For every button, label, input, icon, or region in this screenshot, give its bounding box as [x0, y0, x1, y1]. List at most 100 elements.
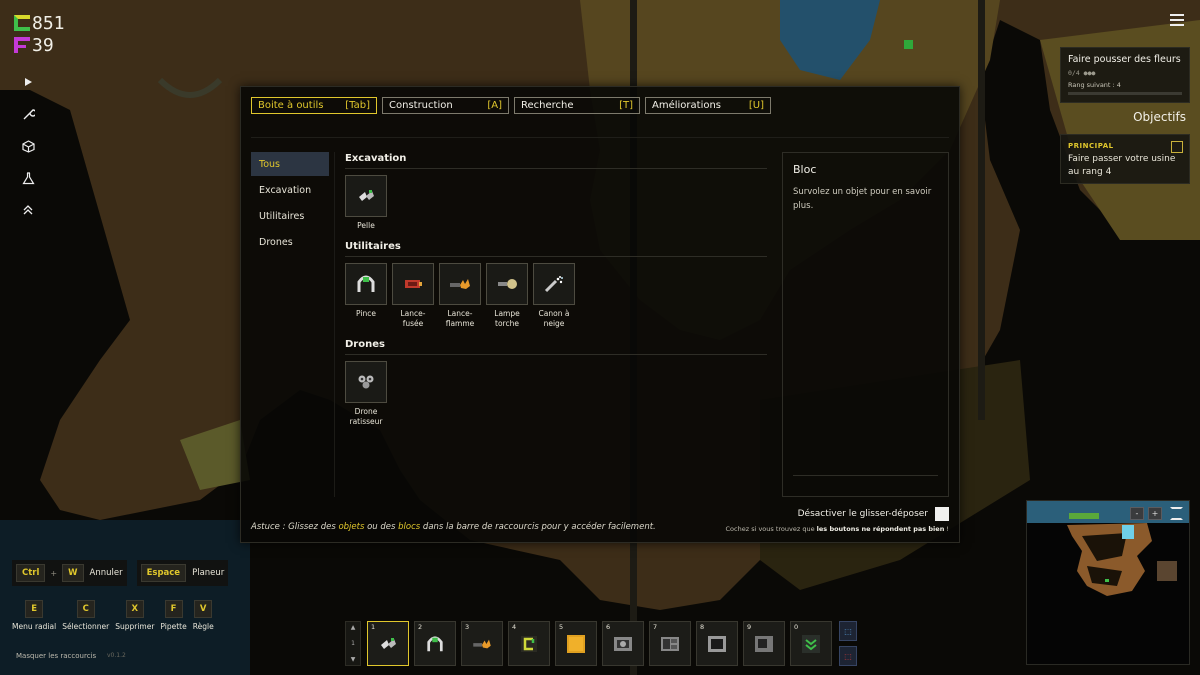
divider — [334, 152, 335, 497]
tab-research[interactable]: Recherche [T] — [514, 97, 640, 114]
slot-number: 6 — [606, 623, 611, 631]
key-e: E — [25, 600, 44, 618]
hotbar-slot-4[interactable]: 4 — [508, 621, 550, 666]
grabber-icon — [427, 635, 443, 651]
main-objective-card[interactable]: PRINCIPAL Faire passer votre usine au ra… — [1060, 134, 1190, 184]
item-name: Pince — [356, 309, 376, 318]
item-flamethrower[interactable]: Lance-flamme — [439, 263, 486, 329]
hotbar: ▲ 1 ▼ 1 2 3 4 5 6 7 8 9 0 ⬚ ⬚ — [345, 621, 859, 666]
shortcut-ruler: V Règle — [193, 600, 214, 631]
slot-number: 7 — [653, 623, 658, 631]
category-drones[interactable]: Drones — [251, 230, 329, 254]
hotbar-slot-2[interactable]: 2 — [414, 621, 456, 666]
section-title: Excavation — [345, 153, 407, 164]
tab-toolbox[interactable]: Boite à outils [Tab] — [251, 97, 377, 114]
fuel-counter: 39 — [14, 34, 65, 56]
slot-number: 8 — [700, 623, 705, 631]
hotbar-slot-1[interactable]: 1 — [367, 621, 409, 666]
drag-drop-checkbox[interactable] — [935, 507, 949, 521]
hint-bold: les boutons ne répondent pas bien — [816, 525, 945, 533]
delete-tool-icon[interactable]: ⬚ — [839, 646, 857, 666]
hotbar-slot-8[interactable]: 8 — [696, 621, 738, 666]
divider — [345, 168, 767, 169]
category-excavation[interactable]: Excavation — [251, 178, 329, 202]
rank-objective-card[interactable]: Faire pousser des fleurs 0/4 ●●● Rang su… — [1060, 47, 1190, 103]
item-grid: Pelle — [345, 175, 767, 231]
toolbox-modal: Boite à outils [Tab] Construction [A] Re… — [240, 86, 960, 543]
item-rake-drone[interactable]: Drone ratisseur — [345, 361, 392, 427]
left-toolbar — [16, 70, 40, 230]
shortcut-label: Pipette — [160, 622, 187, 631]
cube-icon[interactable] — [16, 134, 40, 158]
glide-label: Planeur — [192, 568, 225, 578]
item-shovel[interactable]: Pelle — [345, 175, 392, 231]
tab-construction[interactable]: Construction [A] — [382, 97, 509, 114]
fuel-value: 39 — [32, 34, 54, 56]
zoom-out-button[interactable]: - — [1130, 507, 1144, 520]
shovel-icon — [381, 637, 396, 649]
slot-number: 4 — [512, 623, 517, 631]
slot-number: 0 — [794, 623, 799, 631]
play-icon[interactable] — [16, 70, 40, 94]
shortcut-label: Menu radial — [12, 622, 57, 631]
key-w: W — [62, 564, 84, 582]
hotbar-slot-9[interactable]: 9 — [743, 621, 785, 666]
fullscreen-icon[interactable] — [1170, 507, 1183, 520]
chevron-up-icon[interactable]: ▲ — [351, 624, 356, 631]
chevrons-up-icon[interactable] — [16, 198, 40, 222]
main-objective-text: Faire passer votre usine au rang 4 — [1068, 154, 1176, 177]
category-all[interactable]: Tous — [251, 152, 329, 176]
category-utilities[interactable]: Utilitaires — [251, 204, 329, 228]
key-space: Espace — [140, 564, 187, 582]
flamethrower-icon — [439, 263, 481, 305]
zoom-in-button[interactable]: + — [1148, 507, 1162, 520]
flask-icon[interactable] — [16, 166, 40, 190]
undo-label: Annuler — [89, 568, 123, 578]
tab-key: [Tab] — [345, 100, 370, 111]
hotbar-page-selector[interactable]: ▲ 1 ▼ — [345, 621, 361, 666]
slot-number: 1 — [371, 623, 376, 631]
key-f: F — [164, 600, 183, 618]
undo-shortcut: Ctrl + W Annuler — [12, 560, 127, 586]
item-grabber[interactable]: Pince — [345, 263, 392, 329]
item-name: Canon à neige — [538, 309, 570, 328]
hotbar-slot-6[interactable]: 6 — [602, 621, 644, 666]
section-title: Drones — [345, 339, 385, 350]
item-snow-cannon[interactable]: Canon à neige — [533, 263, 580, 329]
hide-shortcuts-link[interactable]: Masquer les raccourcis — [16, 652, 96, 660]
conveyor-icon — [521, 635, 537, 652]
wrench-icon[interactable] — [16, 102, 40, 126]
hotbar-slot-0[interactable]: 0 — [790, 621, 832, 666]
item-info-panel: Bloc Survolez un objet pour en savoir pl… — [782, 152, 949, 497]
menu-icon[interactable] — [1170, 14, 1184, 28]
tip-highlight: objets — [338, 522, 365, 532]
category-list: Tous Excavation Utilitaires Drones — [251, 152, 329, 256]
minimap-controls: - + — [1126, 507, 1183, 520]
shortcut-select: C Sélectionner — [62, 600, 109, 631]
shortcut-delete: X Supprimer — [115, 600, 154, 631]
tab-upgrades[interactable]: Améliorations [U] — [645, 97, 771, 114]
container-icon — [708, 635, 726, 652]
shortcut-keys: E Menu radial C Sélectionner X Supprimer… — [12, 600, 252, 631]
fuel-icon — [14, 37, 30, 53]
item-grid: Drone ratisseur — [345, 361, 767, 427]
hotbar-slot-3[interactable]: 3 — [461, 621, 503, 666]
currency-display: 851 39 — [14, 12, 65, 56]
hint-text: Cochez si vous trouvez que les boutons n… — [726, 525, 949, 533]
hotbar-slot-7[interactable]: 7 — [649, 621, 691, 666]
hint-suffix: ! — [944, 525, 949, 533]
divider — [345, 256, 767, 257]
item-flashlight[interactable]: Lampe torche — [486, 263, 533, 329]
minimap[interactable]: - + — [1026, 500, 1190, 665]
drag-drop-toggle[interactable]: Désactiver le glisser-déposer — [798, 507, 949, 521]
snow-cannon-icon — [533, 263, 575, 305]
hotbar-slot-5[interactable]: 5 — [555, 621, 597, 666]
key-x: X — [125, 600, 144, 618]
item-list: Excavation Pelle Utilitaires Pince Lance… — [345, 153, 767, 437]
drill-icon — [802, 634, 820, 653]
item-rocket-launcher[interactable]: Lance-fusée — [392, 263, 439, 329]
shortcut-row: Ctrl + W Annuler Espace Planeur — [12, 560, 252, 586]
chevron-down-icon[interactable]: ▼ — [351, 656, 356, 663]
glide-shortcut: Espace Planeur — [136, 560, 229, 586]
select-tool-icon[interactable]: ⬚ — [839, 621, 857, 641]
